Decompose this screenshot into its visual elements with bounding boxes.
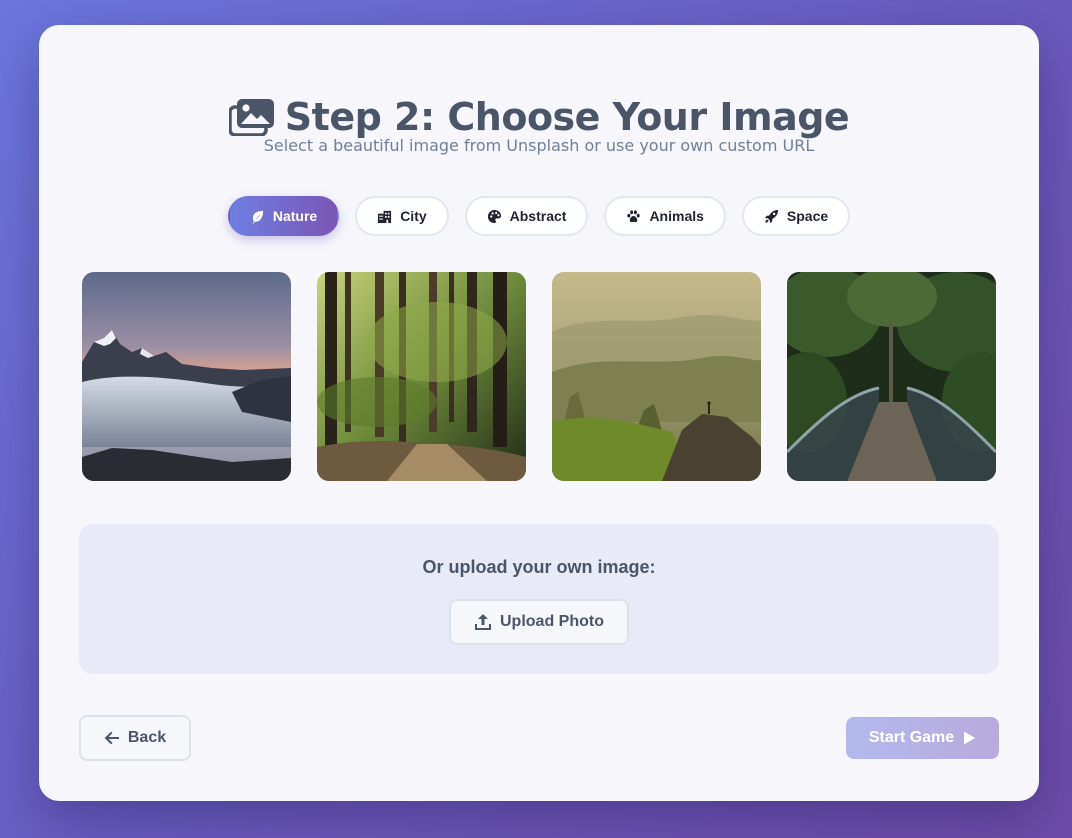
upload-icon <box>474 613 492 631</box>
images-icon <box>228 98 275 137</box>
category-animals-button[interactable]: Animals <box>604 196 726 236</box>
category-space-button[interactable]: Space <box>741 196 851 236</box>
category-tabs: Nature City Abstract Animals Space <box>39 196 1039 236</box>
upload-section: Or upload your own image: Upload Photo <box>79 524 999 674</box>
start-game-button[interactable]: Start Game <box>846 717 999 759</box>
play-icon <box>962 731 976 745</box>
gallery-image-bridge[interactable] <box>787 272 996 481</box>
gallery-image-forest[interactable] <box>317 272 526 481</box>
back-label: Back <box>127 729 167 746</box>
gallery-image-mountains[interactable] <box>82 272 291 481</box>
leaf-icon <box>250 209 265 224</box>
city-icon <box>377 209 392 224</box>
upload-photo-button[interactable]: Upload Photo <box>449 599 629 645</box>
title-row: Step 2: Choose Your Image <box>39 95 1039 139</box>
category-label: Nature <box>272 208 318 224</box>
palette-icon <box>487 209 502 224</box>
image-gallery <box>82 272 996 481</box>
category-label: Animals <box>649 208 704 224</box>
image-selection-card: Step 2: Choose Your Image Select a beaut… <box>39 25 1039 801</box>
category-abstract-button[interactable]: Abstract <box>464 196 589 236</box>
start-game-label: Start Game <box>868 729 955 746</box>
upload-label: Or upload your own image: <box>422 557 656 577</box>
page-subtitle: Select a beautiful image from Unsplash o… <box>263 136 815 155</box>
category-city-button[interactable]: City <box>355 196 449 236</box>
paw-icon <box>626 209 641 224</box>
category-nature-button[interactable]: Nature <box>227 196 340 236</box>
gallery-image-hills[interactable] <box>552 272 761 481</box>
category-label: City <box>400 208 427 224</box>
arrow-left-icon <box>104 730 120 746</box>
rocket-icon <box>764 209 779 224</box>
category-label: Abstract <box>509 208 567 224</box>
back-button[interactable]: Back <box>79 715 191 761</box>
category-label: Space <box>786 208 829 224</box>
page-title: Step 2: Choose Your Image <box>284 95 850 139</box>
upload-photo-label: Upload Photo <box>500 613 604 630</box>
